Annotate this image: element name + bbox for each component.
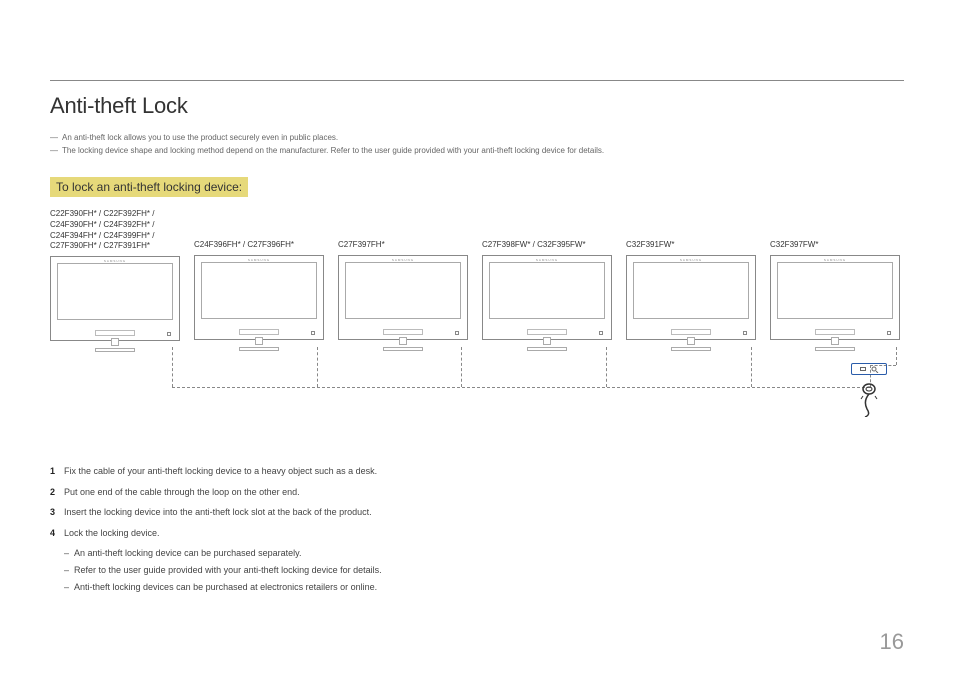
monitor-stand xyxy=(527,337,567,351)
monitor-diagram: SAMSUNG xyxy=(338,255,468,340)
connector-diagram-area xyxy=(50,353,904,443)
model-label: C32F391FW* xyxy=(626,209,760,251)
step-row: 2 Put one end of the cable through the l… xyxy=(50,486,904,499)
lock-slot-indicator xyxy=(455,331,459,335)
diagram-col: C22F390FH* / C22F392FH* / C24F390FH* / C… xyxy=(50,209,184,341)
steps-list: 1 Fix the cable of your anti-theft locki… xyxy=(50,465,904,591)
bullet-text: Refer to the user guide provided with yo… xyxy=(74,565,382,575)
step-text: Lock the locking device. xyxy=(64,527,904,540)
step-number: 4 xyxy=(50,527,64,540)
note-dash: ― xyxy=(50,133,58,142)
bullet-dash: – xyxy=(64,565,69,575)
lock-slot-indicator xyxy=(599,331,603,335)
lock-slot-icon xyxy=(851,363,887,375)
monitor-diagram: SAMSUNG xyxy=(50,256,180,341)
monitor-diagram: SAMSUNG xyxy=(770,255,900,340)
bullet-line: – Refer to the user guide provided with … xyxy=(50,565,904,575)
page-divider xyxy=(50,80,904,81)
monitor-stand xyxy=(671,337,711,351)
port-area xyxy=(671,329,711,335)
monitor-stand xyxy=(815,337,855,351)
monitor-diagram: SAMSUNG xyxy=(626,255,756,340)
diagram-col: C32F397FW* SAMSUNG xyxy=(770,209,904,341)
lock-device-illustration xyxy=(844,363,894,423)
step-text: Insert the locking device into the anti-… xyxy=(64,506,904,519)
step-number: 3 xyxy=(50,506,64,519)
connector-line xyxy=(896,347,897,365)
lock-slot-indicator xyxy=(311,331,315,335)
bullet-text: An anti-theft locking device can be purc… xyxy=(74,548,301,558)
page-title: Anti-theft Lock xyxy=(50,93,904,119)
note-text: An anti-theft lock allows you to use the… xyxy=(62,133,338,142)
bullet-line: – Anti-theft locking devices can be purc… xyxy=(50,582,904,592)
port-area xyxy=(383,329,423,335)
monitor-diagram: SAMSUNG xyxy=(194,255,324,340)
lock-slot-indicator xyxy=(887,331,891,335)
subheading-highlight: To lock an anti-theft locking device: xyxy=(50,177,248,197)
port-area xyxy=(239,329,279,335)
monitor-stand xyxy=(383,337,423,351)
model-label: C27F397FH* xyxy=(338,209,472,251)
lock-cable-icon xyxy=(855,381,883,417)
note-text: The locking device shape and locking met… xyxy=(62,146,604,155)
monitor-screen xyxy=(489,262,605,319)
monitor-screen xyxy=(633,262,749,319)
step-row: 4 Lock the locking device. xyxy=(50,527,904,540)
diagram-col: C27F397FH* SAMSUNG xyxy=(338,209,472,341)
page-number: 16 xyxy=(880,629,904,655)
connector-line xyxy=(172,347,173,387)
step-text: Fix the cable of your anti-theft locking… xyxy=(64,465,904,478)
monitor-diagram: SAMSUNG xyxy=(482,255,612,340)
lock-slot-indicator xyxy=(167,332,171,336)
monitor-screen xyxy=(777,262,893,319)
connector-line xyxy=(317,347,318,387)
monitor-screen xyxy=(57,263,173,320)
diagrams-row: C22F390FH* / C22F392FH* / C24F390FH* / C… xyxy=(50,209,904,341)
model-label: C27F398FW* / C32F395FW* xyxy=(482,209,616,251)
port-area xyxy=(527,329,567,335)
connector-line xyxy=(461,347,462,387)
port-area xyxy=(815,329,855,335)
monitor-screen xyxy=(345,262,461,319)
step-number: 2 xyxy=(50,486,64,499)
model-label: C24F396FH* / C27F396FH* xyxy=(194,209,328,251)
step-number: 1 xyxy=(50,465,64,478)
monitor-stand xyxy=(95,338,135,352)
connector-line xyxy=(606,347,607,387)
bullet-dash: – xyxy=(64,582,69,592)
step-row: 1 Fix the cable of your anti-theft locki… xyxy=(50,465,904,478)
step-text: Put one end of the cable through the loo… xyxy=(64,486,904,499)
model-label: C22F390FH* / C22F392FH* / C24F390FH* / C… xyxy=(50,209,184,252)
monitor-screen xyxy=(201,262,317,319)
diagram-col: C32F391FW* SAMSUNG xyxy=(626,209,760,341)
port-area xyxy=(95,330,135,336)
diagram-col: C27F398FW* / C32F395FW* SAMSUNG xyxy=(482,209,616,341)
monitor-stand xyxy=(239,337,279,351)
note-line: ― An anti-theft lock allows you to use t… xyxy=(50,133,904,142)
lock-slot-indicator xyxy=(743,331,747,335)
bullet-text: Anti-theft locking devices can be purcha… xyxy=(74,582,377,592)
diagram-col: C24F396FH* / C27F396FH* SAMSUNG xyxy=(194,209,328,341)
note-dash: ― xyxy=(50,146,58,155)
step-row: 3 Insert the locking device into the ant… xyxy=(50,506,904,519)
bullet-dash: – xyxy=(64,548,69,558)
model-label: C32F397FW* xyxy=(770,209,904,251)
bullet-line: – An anti-theft locking device can be pu… xyxy=(50,548,904,558)
connector-line xyxy=(172,387,870,388)
note-line: ― The locking device shape and locking m… xyxy=(50,146,904,155)
connector-line xyxy=(751,347,752,387)
